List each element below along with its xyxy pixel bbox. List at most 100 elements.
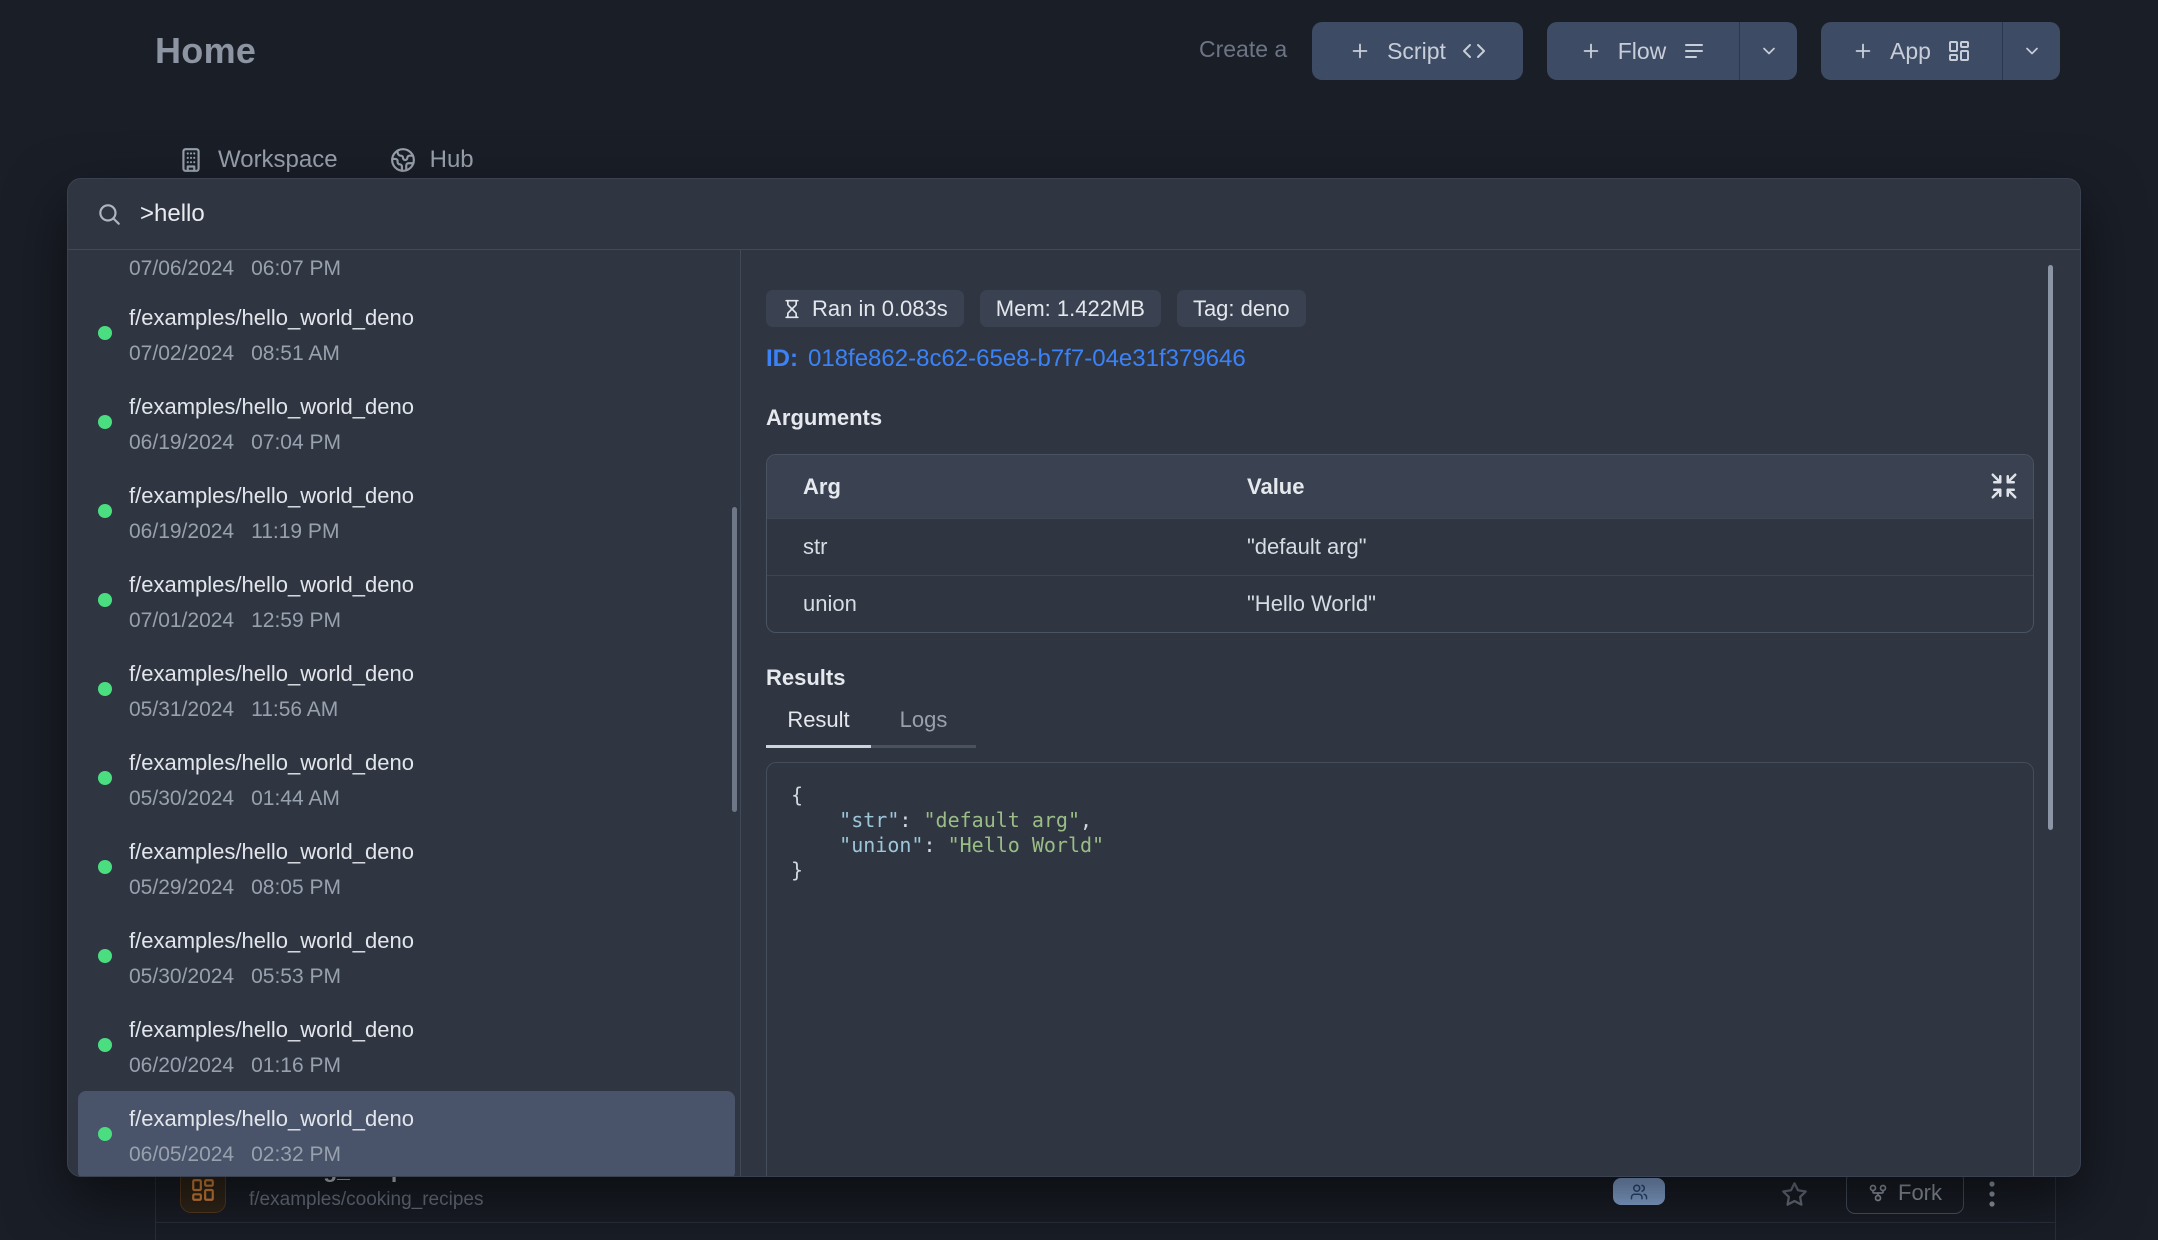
run-list-item[interactable]: f/examples/hello_world_deno 06/05/202402:…	[78, 1091, 735, 1176]
arguments-title: Arguments	[766, 405, 2034, 431]
run-list-item[interactable]: f/examples/hello_world_deno 07/01/202412:…	[78, 557, 735, 646]
tab-workspace[interactable]: Workspace	[178, 146, 338, 174]
run-timestamp: 05/31/202411:56 AM	[129, 698, 735, 722]
create-a-label: Create a	[1199, 36, 1287, 63]
create-script-label: Script	[1387, 38, 1446, 65]
shared-users-badge	[1613, 1178, 1665, 1205]
home-tabs: Workspace Hub	[178, 146, 474, 174]
run-timestamp: 06/19/202411:19 PM	[129, 520, 735, 544]
duration-badge-label: Ran in 0.083s	[812, 296, 948, 322]
run-timestamp: 06/20/202401:16 PM	[129, 1054, 735, 1078]
run-timestamp: 07/01/202412:59 PM	[129, 609, 735, 633]
fork-button[interactable]: Fork	[1846, 1171, 1964, 1214]
run-timestamp: 07/06/202406:07 PM	[129, 257, 735, 281]
run-path: f/examples/hello_world_deno	[129, 1106, 735, 1132]
app-grid-icon	[1947, 39, 1971, 63]
run-id-row: ID: 018fe862-8c62-65e8-b7f7-04e31f379646	[766, 345, 2034, 373]
run-list-item[interactable]: f/examples/hello_world_deno 05/29/202408:…	[78, 824, 735, 913]
run-path: f/examples/hello_world_deno	[129, 928, 735, 954]
run-timestamp: 06/19/202407:04 PM	[129, 431, 735, 455]
create-flow-button-group: Flow	[1547, 22, 1797, 80]
run-timestamp: 05/30/202405:53 PM	[129, 965, 735, 989]
run-list-item[interactable]: f/examples/hello_world_deno 06/19/202407:…	[78, 379, 735, 468]
run-list-item[interactable]: f/examples/hello_world_deno 05/30/202405:…	[78, 913, 735, 1002]
success-dot-icon	[98, 1127, 112, 1141]
run-list: 07/06/202406:07 PM f/examples/hello_world…	[68, 250, 741, 1176]
palette-body: 07/06/202406:07 PM f/examples/hello_world…	[68, 250, 2080, 1176]
run-path: f/examples/hello_world_deno	[129, 305, 735, 331]
result-json-viewer: { "str": "default arg", "union": "Hello …	[766, 762, 2034, 1176]
argument-value: "Hello World"	[1247, 591, 2033, 617]
hourglass-icon	[782, 299, 802, 319]
create-flow-dropdown[interactable]	[1739, 22, 1797, 80]
run-path: f/examples/hello_world_deno	[129, 839, 735, 865]
run-timestamp: 07/02/202408:51 AM	[129, 342, 735, 366]
run-list-item[interactable]: f/examples/hello_world_deno05/30/202401:…	[78, 735, 735, 824]
expand-icon[interactable]	[1989, 471, 2019, 501]
search-input[interactable]	[138, 199, 2052, 229]
command-palette-modal: 07/06/202406:07 PM f/examples/hello_world…	[67, 178, 2081, 1177]
background-app-path: f/examples/cooking_recipes	[249, 1189, 483, 1211]
run-list-item[interactable]: 07/06/202406:07 PM	[78, 250, 735, 290]
run-timestamp: 05/29/202408:05 PM	[129, 876, 735, 900]
more-options-icon[interactable]	[1989, 1180, 1995, 1208]
success-dot-icon	[98, 326, 112, 340]
code-line: "union": "Hello World"	[791, 833, 2009, 858]
argument-row: str"default arg"	[767, 518, 2033, 575]
git-fork-icon	[1868, 1183, 1888, 1203]
success-dot-icon	[98, 771, 112, 785]
results-title: Results	[766, 665, 2034, 691]
run-list-item[interactable]: f/examples/hello_world_deno06/20/202401:…	[78, 1002, 735, 1091]
arguments-table-body: str"default arg"union"Hello World"	[767, 518, 2033, 632]
argument-name: union	[767, 591, 1247, 617]
users-icon	[1630, 1183, 1648, 1201]
tag-badge-label: Tag: deno	[1193, 296, 1290, 322]
run-path: f/examples/hello_world_deno	[129, 394, 735, 420]
run-stats: Ran in 0.083s Mem: 1.422MB Tag: deno	[766, 290, 2034, 327]
tab-hub[interactable]: Hub	[390, 146, 474, 174]
argument-name: str	[767, 534, 1247, 560]
favorite-star-button[interactable]	[1781, 1181, 1808, 1208]
code-line: }	[791, 858, 2009, 883]
run-list-item[interactable]: f/examples/hello_world_deno05/31/202411:…	[78, 646, 735, 735]
search-bar	[68, 179, 2080, 250]
arguments-table: Arg Value str"default arg"union"Hello Wo…	[766, 454, 2034, 633]
create-app-dropdown[interactable]	[2002, 22, 2060, 80]
create-app-button[interactable]: App	[1821, 22, 2002, 80]
create-flow-button[interactable]: Flow	[1547, 22, 1739, 80]
run-path: f/examples/hello_world_deno	[129, 572, 735, 598]
create-flow-label: Flow	[1618, 38, 1667, 65]
tab-logs[interactable]: Logs	[871, 707, 976, 748]
tab-workspace-label: Workspace	[218, 146, 338, 174]
run-timestamp: 06/05/202402:32 PM	[129, 1143, 735, 1167]
memory-badge-label: Mem: 1.422MB	[996, 296, 1145, 322]
run-list-item[interactable]: f/examples/hello_world_deno06/19/202411:…	[78, 468, 735, 557]
argument-row: union"Hello World"	[767, 575, 2033, 632]
create-app-button-group: App	[1821, 22, 2060, 80]
run-path: f/examples/hello_world_deno	[129, 750, 735, 776]
run-detail-panel: Ran in 0.083s Mem: 1.422MB Tag: deno ID:…	[741, 250, 2080, 1176]
run-id-value[interactable]: 018fe862-8c62-65e8-b7f7-04e31f379646	[808, 345, 1246, 373]
building-icon	[178, 147, 204, 173]
code-line: "str": "default arg",	[791, 808, 2009, 833]
search-icon	[96, 201, 122, 227]
run-list-scrollbar[interactable]	[732, 507, 737, 812]
code-icon	[1462, 39, 1486, 63]
plus-icon	[1580, 40, 1602, 62]
flow-icon	[1682, 39, 1706, 63]
code-line: {	[791, 783, 2009, 808]
run-list-item[interactable]: f/examples/hello_world_deno 07/02/202408:…	[78, 290, 735, 379]
arguments-table-header: Arg Value	[767, 455, 2033, 518]
success-dot-icon	[98, 1038, 112, 1052]
success-dot-icon	[98, 682, 112, 696]
detail-scrollbar[interactable]	[2048, 265, 2053, 830]
page-title: Home	[155, 30, 256, 72]
chevron-down-icon	[2022, 41, 2042, 61]
fork-label: Fork	[1898, 1180, 1942, 1206]
plus-icon	[1349, 40, 1371, 62]
success-dot-icon	[98, 949, 112, 963]
tag-badge: Tag: deno	[1177, 290, 1306, 327]
create-script-button[interactable]: Script	[1312, 22, 1523, 80]
app-root: Home Create a Script Flow	[0, 0, 2158, 1240]
tab-result[interactable]: Result	[766, 707, 871, 748]
